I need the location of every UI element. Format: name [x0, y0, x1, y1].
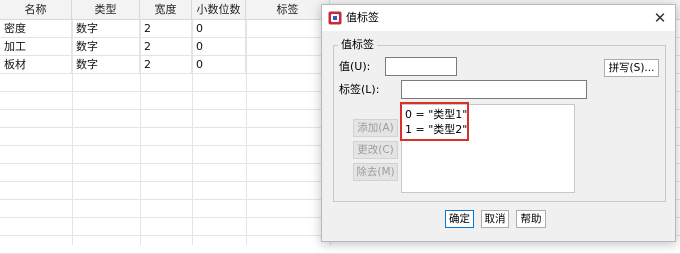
grid-header-type[interactable]: 类型: [72, 0, 140, 20]
cancel-button[interactable]: 取消: [481, 210, 509, 228]
grid-header-width[interactable]: 宽度: [140, 0, 192, 20]
dialog-title: 值标签: [346, 11, 379, 24]
column-divider: [192, 20, 193, 245]
column-divider: [246, 20, 247, 245]
change-button[interactable]: 更改(C): [353, 141, 398, 159]
highlight-box: [400, 102, 469, 141]
grid-header-name[interactable]: 名称: [0, 0, 72, 20]
cell-width[interactable]: 2: [140, 20, 192, 38]
cell-type[interactable]: 数字: [72, 56, 140, 74]
help-button[interactable]: 帮助: [516, 210, 546, 228]
cell-name[interactable]: 密度: [0, 20, 72, 38]
dialog-titlebar[interactable]: 值标签 ✕: [322, 5, 675, 31]
cell-decimals[interactable]: 0: [192, 38, 246, 56]
cell-type[interactable]: 数字: [72, 20, 140, 38]
grid-header-decimals[interactable]: 小数位数: [192, 0, 246, 20]
group-title: 值标签: [338, 38, 377, 52]
value-input[interactable]: [385, 57, 457, 76]
add-button[interactable]: 添加(A): [353, 119, 398, 137]
app-icon: [328, 11, 342, 25]
label-input[interactable]: [401, 80, 587, 99]
close-icon[interactable]: ✕: [649, 7, 671, 29]
cell-width[interactable]: 2: [140, 56, 192, 74]
cell-decimals[interactable]: 0: [192, 56, 246, 74]
value-label: 值(U):: [339, 60, 371, 73]
ok-button[interactable]: 确定: [445, 210, 474, 228]
grid-header-label[interactable]: 标签: [246, 0, 330, 20]
cell-width[interactable]: 2: [140, 38, 192, 56]
cell-decimals[interactable]: 0: [192, 20, 246, 38]
cell-label[interactable]: [246, 38, 330, 56]
value-labels-dialog: 值标签 ✕ 值标签 值(U): 拼写(S)... 标签(L): 添加(A) 更改…: [321, 4, 676, 242]
cell-name[interactable]: 加工: [0, 38, 72, 56]
column-divider: [72, 20, 73, 245]
remove-button[interactable]: 除去(M): [353, 163, 398, 181]
cell-label[interactable]: [246, 56, 330, 74]
column-divider: [140, 20, 141, 245]
cell-name[interactable]: 板材: [0, 56, 72, 74]
label-label: 标签(L):: [339, 83, 380, 96]
cell-type[interactable]: 数字: [72, 38, 140, 56]
spell-button[interactable]: 拼写(S)...: [604, 59, 659, 77]
cell-label[interactable]: [246, 20, 330, 38]
